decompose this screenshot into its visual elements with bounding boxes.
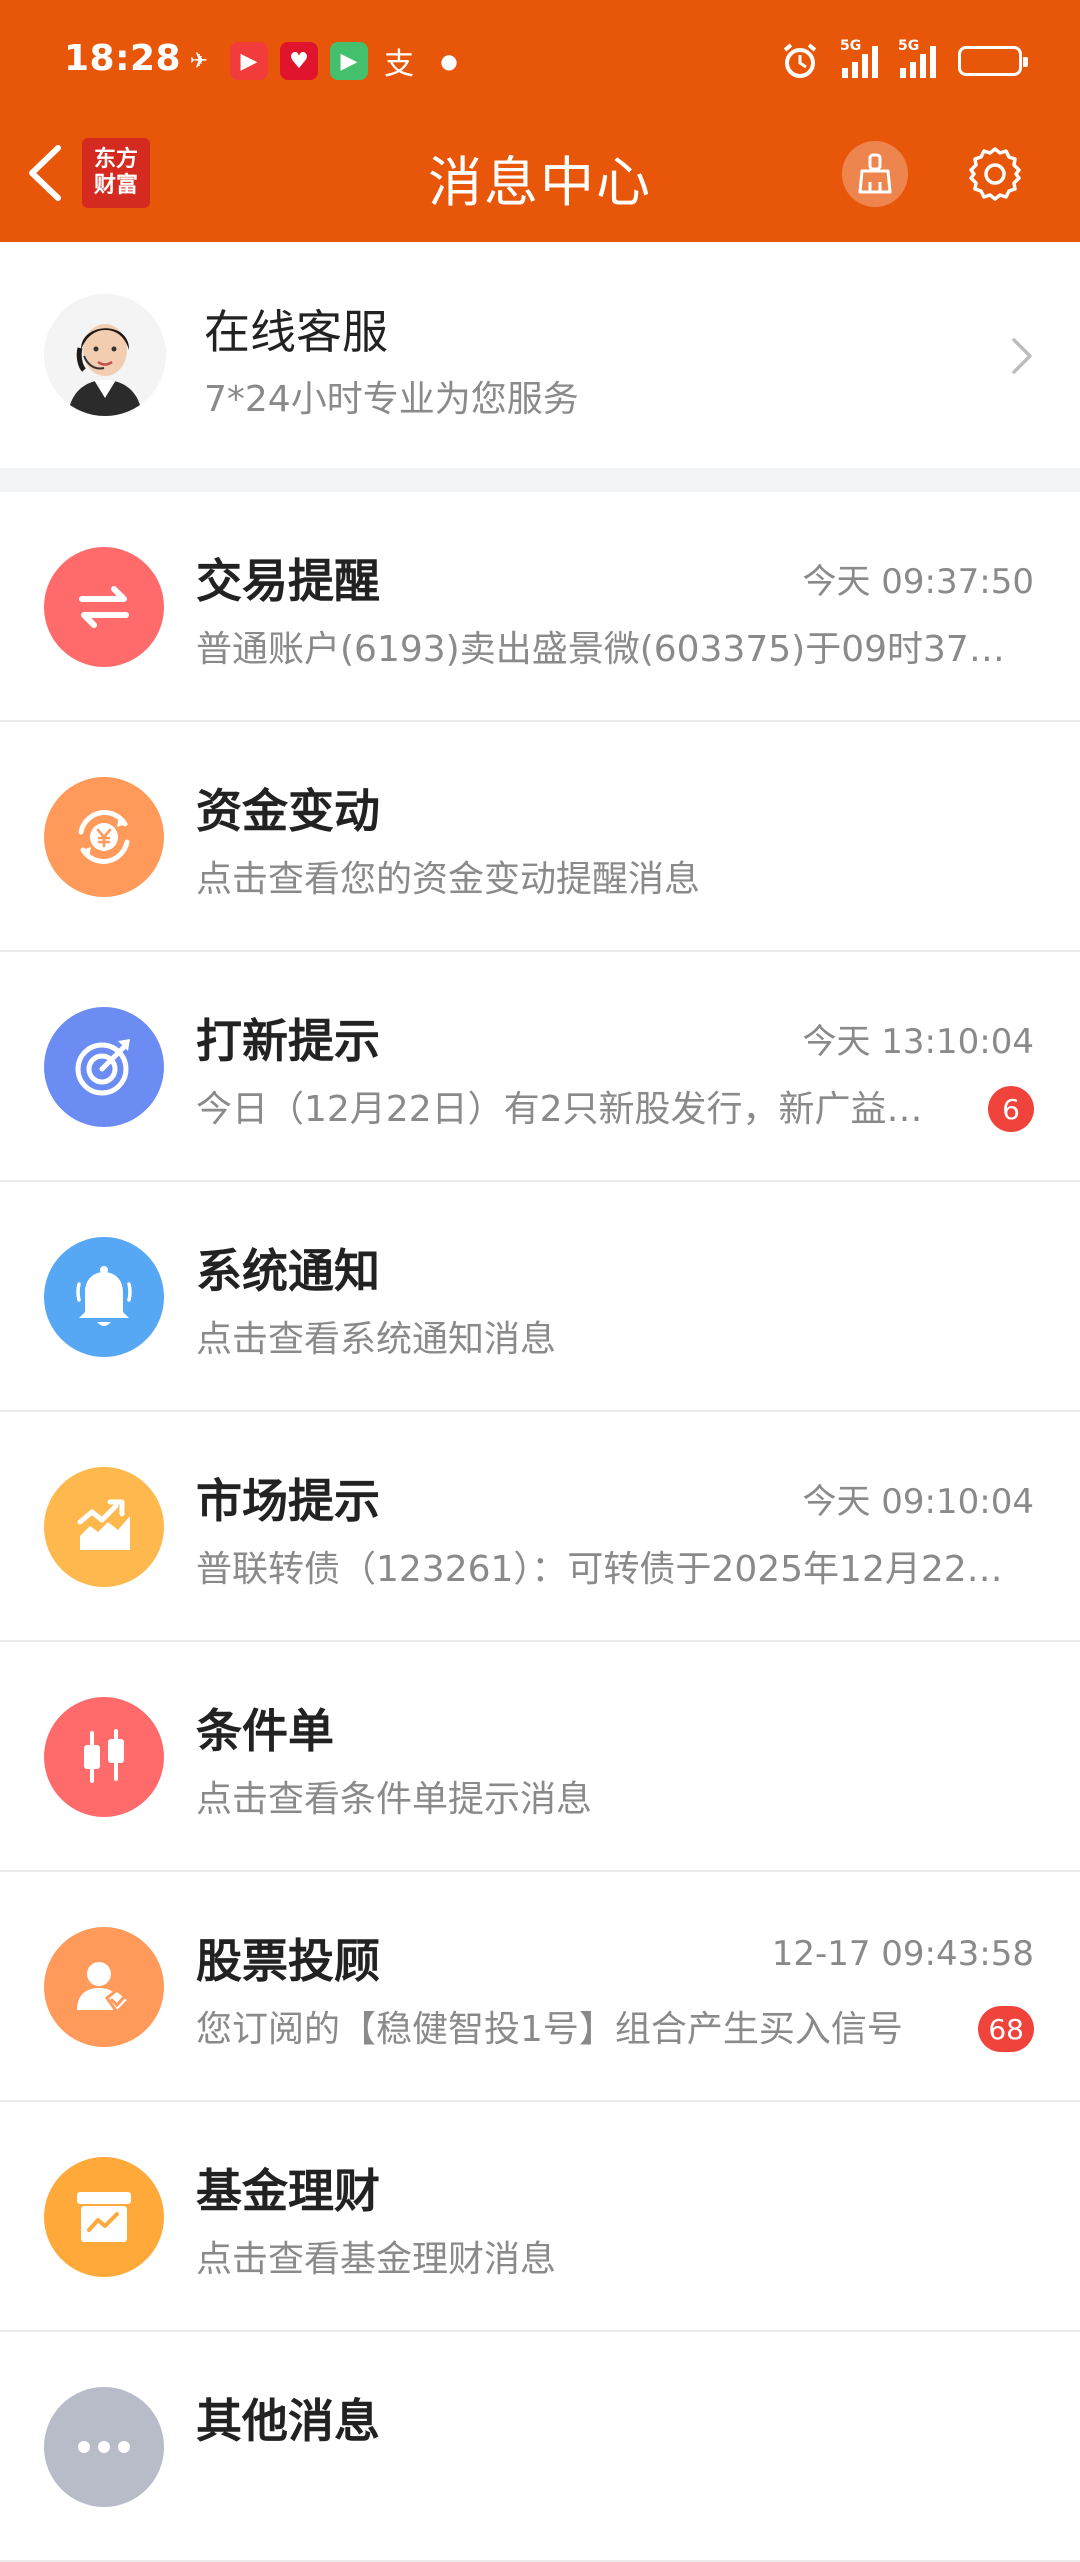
- message-title: 条件单: [196, 1704, 334, 1758]
- icon-circle: [44, 1697, 164, 1817]
- message-title: 交易提醒: [196, 554, 380, 608]
- message-item-trade-alert[interactable]: 交易提醒 今天 09:37:50 普通账户(6193)卖出盛景微(603375)…: [0, 492, 1080, 722]
- more-dot-icon: ●: [440, 49, 458, 73]
- icon-circle: [44, 2387, 164, 2507]
- message-title: 打新提示: [196, 1014, 380, 1068]
- alipay-icon: 支: [384, 47, 414, 82]
- alarm-icon: [783, 43, 817, 78]
- service-subtitle: 7*24小时专业为您服务: [204, 379, 579, 420]
- message-preview: 点击查看系统通知消息: [196, 1319, 557, 1360]
- message-time: 今天 09:37:50: [802, 562, 1034, 602]
- message-item-market-alert[interactable]: 市场提示 今天 09:10:04 普联转债（123261）：可转债于2025年1…: [0, 1412, 1080, 1642]
- broom-icon: [858, 153, 892, 194]
- clear-button[interactable]: [842, 141, 908, 207]
- message-preview: 点击查看条件单提示消息: [196, 1779, 593, 1820]
- video-app-icon: ▶: [230, 42, 268, 80]
- message-title: 股票投顾: [196, 1934, 380, 1988]
- chart-trend-icon: [77, 1499, 130, 1550]
- message-preview: 点击查看基金理财消息: [196, 2239, 557, 2280]
- bell-icon: [76, 1266, 132, 1326]
- message-item-stock-advisor[interactable]: 股票投顾 12-17 09:43:58 您订阅的【稳健智投1号】组合产生买入信号…: [0, 1872, 1080, 2102]
- video-player-app-icon: ▶: [330, 42, 368, 80]
- target-icon: [75, 1039, 130, 1096]
- message-title: 市场提示: [196, 1474, 380, 1528]
- network-label: 5G: [898, 38, 920, 54]
- icon-circle: [44, 1007, 164, 1127]
- message-preview: 今日（12月22日）有2只新股发行，新广益等新股可申购: [196, 1089, 956, 1130]
- chevron-right-icon: [1012, 338, 1032, 374]
- message-item-fund-finance[interactable]: 基金理财 点击查看基金理财消息: [0, 2102, 1080, 2332]
- message-preview: 普通账户(6193)卖出盛景微(603375)于09时37分成交: [196, 629, 1026, 670]
- service-title: 在线客服: [204, 305, 388, 359]
- message-time: 今天 13:10:04: [802, 1022, 1034, 1062]
- app-header: 18:28 ✈ ▶ ♥ ▶ 支 ● 5G 5G 东方 财富 消息中心: [0, 0, 1080, 242]
- message-title: 资金变动: [196, 784, 380, 838]
- message-title: 基金理财: [196, 2164, 380, 2218]
- unread-count-badge: 68: [978, 2006, 1034, 2052]
- message-item-ipo-alert[interactable]: 打新提示 今天 13:10:04 今日（12月22日）有2只新股发行，新广益等新…: [0, 952, 1080, 1182]
- more-icon: [78, 2441, 130, 2453]
- service-agent-avatar: [44, 294, 166, 416]
- message-preview: 普联转债（123261）：可转债于2025年12月22日上市: [196, 1549, 1026, 1590]
- status-time: 18:28: [64, 38, 182, 79]
- candlestick-icon: [84, 1729, 124, 1783]
- icon-circle: [44, 777, 164, 897]
- message-item-other[interactable]: 其他消息: [0, 2332, 1080, 2562]
- message-preview: 点击查看您的资金变动提醒消息: [196, 859, 701, 900]
- unread-count-badge: 6: [988, 1086, 1034, 1132]
- signal-5g-icon: 5G: [840, 38, 878, 78]
- app-notification-icon: ✈: [189, 48, 209, 74]
- message-item-system-notice[interactable]: 系统通知 点击查看系统通知消息: [0, 1182, 1080, 1412]
- fund-box-icon: [77, 2192, 131, 2242]
- icon-circle: [44, 1237, 164, 1357]
- yen-cycle-icon: [78, 810, 130, 864]
- shopping-app-icon: ♥: [280, 42, 318, 80]
- network-label: 5G: [840, 38, 862, 54]
- icon-circle: [44, 2157, 164, 2277]
- message-item-conditional-order[interactable]: 条件单 点击查看条件单提示消息: [0, 1642, 1080, 1872]
- icon-circle: [44, 1927, 164, 2047]
- icon-circle: [44, 1467, 164, 1587]
- message-item-fund-change[interactable]: 资金变动 点击查看您的资金变动提醒消息: [0, 722, 1080, 952]
- online-service-entry[interactable]: 在线客服 7*24小时专业为您服务: [0, 242, 1080, 468]
- agent-portrait-icon: [44, 294, 166, 416]
- section-divider: [0, 468, 1080, 492]
- message-preview: 您订阅的【稳健智投1号】组合产生买入信号: [196, 2009, 903, 2050]
- settings-button[interactable]: [962, 141, 1028, 207]
- message-time: 今天 09:10:04: [802, 1482, 1034, 1522]
- message-title: 系统通知: [196, 1244, 380, 1298]
- message-category-list: 交易提醒 今天 09:37:50 普通账户(6193)卖出盛景微(603375)…: [0, 492, 1080, 2562]
- signal-5g-icon: 5G: [898, 38, 936, 78]
- system-indicators: 5G 5G: [780, 38, 1028, 84]
- transfer-arrows-icon: [79, 586, 129, 628]
- message-title: 其他消息: [196, 2394, 380, 2448]
- icon-circle: [44, 547, 164, 667]
- gear-icon: [969, 147, 1021, 201]
- page-title: 消息中心: [428, 151, 652, 214]
- message-time: 12-17 09:43:58: [771, 1934, 1034, 1974]
- battery-icon: [958, 46, 1028, 76]
- status-bar: 18:28 ✈ ▶ ♥ ▶ 支 ● 5G 5G: [0, 0, 1080, 120]
- advisor-icon: [77, 1962, 132, 2015]
- notification-icons: ✈ ▶ ♥ ▶ 支 ●: [180, 40, 468, 82]
